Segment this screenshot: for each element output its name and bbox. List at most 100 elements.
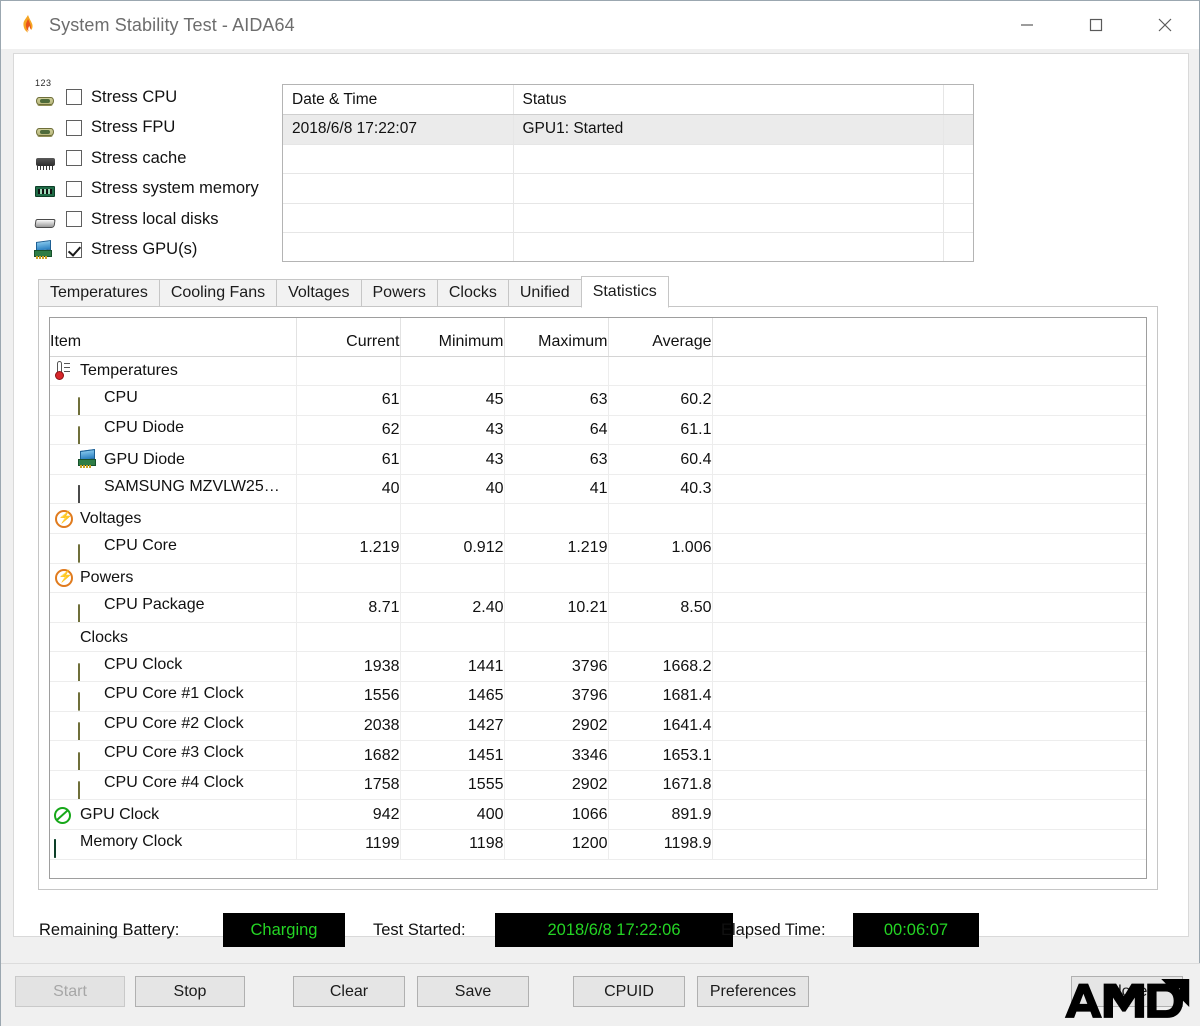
stats-row[interactable]: CPU Package8.712.4010.218.50 bbox=[50, 593, 1146, 623]
log-row[interactable] bbox=[283, 144, 974, 174]
stress-checkbox[interactable] bbox=[66, 120, 82, 136]
stats-row[interactable]: CPU Core #3 Clock1682145133461653.1 bbox=[50, 741, 1146, 771]
stats-minimum: 40 bbox=[400, 474, 504, 504]
disk-icon bbox=[32, 208, 58, 230]
stats-minimum: 43 bbox=[400, 415, 504, 445]
save-button[interactable]: Save bbox=[417, 976, 529, 1007]
preferences-button[interactable]: Preferences bbox=[697, 976, 809, 1007]
stress-option-row[interactable]: 123Stress FPU bbox=[32, 113, 292, 144]
stats-row[interactable]: CPU Core #1 Clock1556146537961681.4 bbox=[50, 682, 1146, 712]
test-started-label: Test Started: bbox=[373, 921, 466, 940]
stats-item-label: Temperatures bbox=[80, 362, 178, 379]
log-row[interactable] bbox=[283, 233, 974, 263]
stats-current: 61 bbox=[296, 386, 400, 416]
stats-row[interactable]: Temperatures bbox=[50, 356, 1146, 386]
stress-checkbox[interactable] bbox=[66, 181, 82, 197]
log-datetime: 2018/6/8 17:22:07 bbox=[283, 115, 513, 145]
stats-col-average[interactable]: Average bbox=[608, 318, 712, 356]
stats-maximum: 63 bbox=[504, 386, 608, 416]
stats-col-item[interactable]: Item bbox=[50, 318, 296, 356]
stats-row[interactable]: GPU Clock9424001066891.9 bbox=[50, 800, 1146, 830]
stats-row[interactable]: Powers bbox=[50, 563, 1146, 593]
stats-minimum: 1555 bbox=[400, 770, 504, 800]
stats-filler bbox=[712, 770, 1146, 800]
stats-maximum bbox=[504, 356, 608, 386]
fpu-icon: 123 bbox=[32, 117, 58, 139]
stress-option-row[interactable]: Stress CPU bbox=[32, 82, 292, 113]
stress-checkbox[interactable] bbox=[66, 242, 82, 258]
bolt-icon bbox=[54, 509, 76, 527]
cpu-icon bbox=[78, 394, 100, 412]
stress-option-row[interactable]: Stress local disks bbox=[32, 204, 292, 235]
maximize-icon[interactable] bbox=[1061, 1, 1130, 49]
stress-checkbox[interactable] bbox=[66, 211, 82, 227]
stats-item-label: SAMSUNG MZVLW25… bbox=[104, 478, 280, 495]
minimize-icon[interactable] bbox=[992, 1, 1061, 49]
stats-item-label: CPU Diode bbox=[104, 419, 184, 436]
tab-voltages[interactable]: Voltages bbox=[276, 279, 360, 307]
stress-options-list: Stress CPU123Stress FPUStress cacheStres… bbox=[32, 82, 292, 265]
stats-col-current[interactable]: Current bbox=[296, 318, 400, 356]
stats-row[interactable]: Memory Clock1199119812001198.9 bbox=[50, 830, 1146, 860]
stress-option-row[interactable]: Stress cache bbox=[32, 143, 292, 174]
elapsed-time-value: 00:06:07 bbox=[853, 913, 979, 947]
stats-current: 61 bbox=[296, 445, 400, 475]
stress-option-label: Stress GPU(s) bbox=[91, 240, 197, 259]
stop-button[interactable]: Stop bbox=[135, 976, 245, 1007]
stats-row[interactable]: CPU Clock1938144137961668.2 bbox=[50, 652, 1146, 682]
stats-row[interactable]: SAMSUNG MZVLW25…40404140.3 bbox=[50, 474, 1146, 504]
tab-cooling-fans[interactable]: Cooling Fans bbox=[159, 279, 276, 307]
stats-row[interactable]: CPU Diode62436461.1 bbox=[50, 415, 1146, 445]
stats-current bbox=[296, 504, 400, 534]
cpu-icon bbox=[78, 749, 100, 767]
cpuid-button[interactable]: CPUID bbox=[573, 976, 685, 1007]
memory-icon bbox=[32, 178, 58, 200]
stats-row[interactable]: CPU61456360.2 bbox=[50, 386, 1146, 416]
tab-powers[interactable]: Powers bbox=[361, 279, 437, 307]
stats-average: 891.9 bbox=[608, 800, 712, 830]
tab-bar[interactable]: TemperaturesCooling FansVoltagesPowersCl… bbox=[38, 276, 669, 307]
stats-minimum: 2.40 bbox=[400, 593, 504, 623]
stats-average: 1681.4 bbox=[608, 682, 712, 712]
stats-row[interactable]: GPU Diode61436360.4 bbox=[50, 445, 1146, 475]
stats-minimum: 0.912 bbox=[400, 534, 504, 564]
log-datetime bbox=[283, 203, 513, 233]
stats-minimum bbox=[400, 563, 504, 593]
log-row[interactable]: 2018/6/8 17:22:07GPU1: Started bbox=[283, 115, 974, 145]
stats-row[interactable]: Voltages bbox=[50, 504, 1146, 534]
stats-current: 2038 bbox=[296, 711, 400, 741]
stats-item-label: GPU Clock bbox=[80, 806, 159, 823]
stats-row[interactable]: CPU Core1.2190.9121.2191.006 bbox=[50, 534, 1146, 564]
log-status bbox=[513, 174, 943, 204]
tab-temperatures[interactable]: Temperatures bbox=[38, 279, 159, 307]
log-row[interactable] bbox=[283, 174, 974, 204]
log-row[interactable] bbox=[283, 203, 974, 233]
tab-unified[interactable]: Unified bbox=[508, 279, 581, 307]
stress-option-row[interactable]: Stress GPU(s) bbox=[32, 235, 292, 266]
stats-col-filler bbox=[712, 318, 1146, 356]
stats-filler bbox=[712, 682, 1146, 712]
close-icon[interactable] bbox=[1130, 1, 1199, 49]
stats-maximum bbox=[504, 563, 608, 593]
status-log-table[interactable]: Date & Time Status 2018/6/8 17:22:07GPU1… bbox=[282, 84, 974, 262]
window-title: System Stability Test - AIDA64 bbox=[49, 15, 295, 36]
stats-current: 40 bbox=[296, 474, 400, 504]
stress-checkbox[interactable] bbox=[66, 150, 82, 166]
stats-row[interactable]: CPU Core #4 Clock1758155529021671.8 bbox=[50, 770, 1146, 800]
stats-average: 61.1 bbox=[608, 415, 712, 445]
stats-col-minimum[interactable]: Minimum bbox=[400, 318, 504, 356]
stress-checkbox[interactable] bbox=[66, 89, 82, 105]
stats-average: 60.2 bbox=[608, 386, 712, 416]
stats-filler bbox=[712, 622, 1146, 652]
tab-clocks[interactable]: Clocks bbox=[437, 279, 508, 307]
stats-item-cell: CPU bbox=[50, 386, 296, 416]
stats-col-maximum[interactable]: Maximum bbox=[504, 318, 608, 356]
tab-statistics[interactable]: Statistics bbox=[581, 276, 669, 308]
cpu-icon bbox=[78, 689, 100, 707]
stats-item-cell: CPU Core bbox=[50, 534, 296, 564]
stats-row[interactable]: CPU Core #2 Clock2038142729021641.4 bbox=[50, 711, 1146, 741]
clear-button[interactable]: Clear bbox=[293, 976, 405, 1007]
stress-option-row[interactable]: Stress system memory bbox=[32, 174, 292, 205]
stats-row[interactable]: Clocks bbox=[50, 622, 1146, 652]
memory-icon bbox=[54, 837, 76, 855]
